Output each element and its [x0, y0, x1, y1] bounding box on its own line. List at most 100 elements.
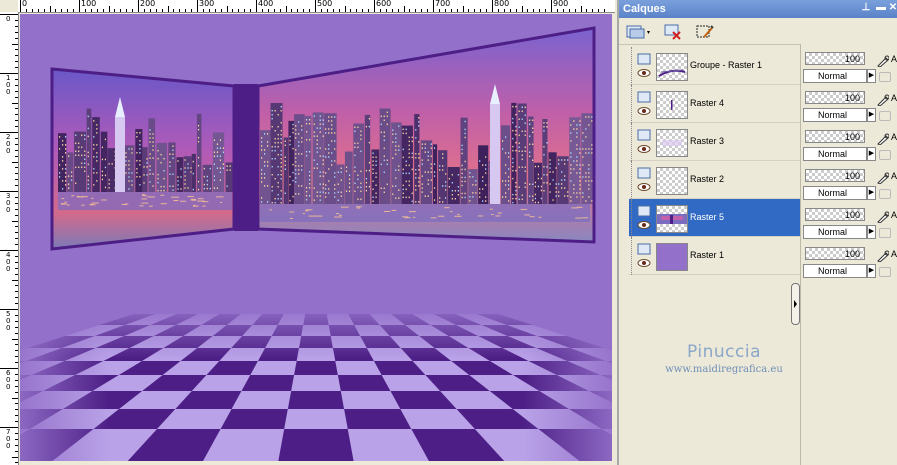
opacity-slider[interactable]: 100 [805, 130, 865, 143]
layer-row[interactable]: Raster 2 [629, 161, 801, 199]
ruler-top-label: 600 [376, 0, 392, 8]
artwork [20, 14, 612, 461]
blend-mode-select[interactable]: Normal [803, 225, 867, 239]
ruler-left-label: 500 [6, 310, 11, 332]
lock-transparency-icon[interactable] [879, 72, 891, 82]
blend-mode-label: Normal [818, 188, 848, 198]
layer-row[interactable]: Raster 4 [629, 85, 801, 123]
blend-dropdown-arrow[interactable]: ▶ [867, 186, 876, 200]
ruler-top-label: 400 [258, 0, 274, 8]
link-pen-icon[interactable] [877, 211, 889, 223]
opacity-value: 100 [844, 171, 860, 181]
splitter[interactable] [789, 47, 799, 465]
blend-dropdown-arrow[interactable]: ▶ [867, 147, 876, 161]
close-icon[interactable]: ✕ [887, 2, 897, 14]
blend-mode-label: Normal [818, 227, 848, 237]
layer-thumbnail [656, 243, 688, 271]
lock-label: A [891, 171, 897, 181]
ruler-top-label: 500 [317, 0, 333, 8]
ruler-top-label: 0 [22, 0, 28, 8]
ruler-left: 0 100 200 300 400 500 600 700 [0, 12, 19, 465]
layer-properties-column: 100 Normal ▶ A 100 Normal ▶ A 100 Normal… [800, 44, 897, 465]
image-canvas[interactable] [20, 14, 612, 461]
pin-icon[interactable]: ⊥ [860, 2, 872, 14]
delete-layer-button[interactable] [661, 21, 685, 43]
ruler-top-label: 700 [435, 0, 451, 8]
visibility-toggle[interactable] [637, 167, 653, 193]
blend-dropdown-arrow[interactable]: ▶ [867, 69, 876, 83]
ruler-left-label: 200 [6, 133, 11, 155]
lock-transparency-icon[interactable] [879, 150, 891, 160]
layer-properties: 100 Normal ▶ A [803, 51, 897, 89]
lock-transparency-icon[interactable] [879, 111, 891, 121]
blend-mode-label: Normal [818, 71, 848, 81]
opacity-slider[interactable]: 100 [805, 247, 865, 260]
link-pen-icon[interactable] [877, 172, 889, 184]
splitter-grip[interactable] [791, 283, 800, 325]
new-raster-layer-button[interactable] [623, 21, 655, 43]
layer-properties: 100 Normal ▶ A [803, 129, 897, 167]
ruler-top-label: 900 [553, 0, 569, 8]
new-raster-layer-icon [626, 25, 650, 39]
blend-mode-label: Normal [818, 266, 848, 276]
watermark-name: Pinuccia [687, 342, 761, 362]
corner-pillar [234, 84, 258, 231]
blend-dropdown-arrow[interactable]: ▶ [867, 264, 876, 278]
visibility-toggle[interactable] [637, 129, 653, 155]
layer-thumbnail [656, 53, 688, 81]
link-pen-icon[interactable] [877, 94, 889, 106]
ruler-top-label: 200 [140, 0, 156, 8]
blend-mode-select[interactable]: Normal [803, 108, 867, 122]
blend-dropdown-arrow[interactable]: ▶ [867, 108, 876, 122]
canvas-area[interactable]: 0 100 200 300 400 500 600 700 800 900 0 100 200 300 4… [0, 0, 615, 465]
opacity-slider[interactable]: 100 [805, 208, 865, 221]
left-panel [50, 67, 237, 251]
link-pen-icon[interactable] [877, 55, 889, 67]
lock-label: A [891, 132, 897, 142]
minimize-icon[interactable]: ▬ [875, 2, 887, 14]
layer-row[interactable]: Raster 5 [629, 199, 801, 237]
blend-mode-select[interactable]: Normal [803, 69, 867, 83]
mask-button[interactable] [693, 21, 717, 43]
blend-mode-select[interactable]: Normal [803, 147, 867, 161]
layer-thumbnail [656, 91, 688, 119]
lock-transparency-icon[interactable] [879, 267, 891, 277]
ruler-left-label: 600 [6, 369, 11, 391]
opacity-value: 100 [844, 249, 860, 259]
opacity-slider[interactable]: 100 [805, 169, 865, 182]
visibility-toggle[interactable] [637, 91, 653, 117]
blend-mode-select[interactable]: Normal [803, 264, 867, 278]
ruler-left-label: 400 [6, 251, 11, 273]
palette-toolbar [619, 18, 897, 45]
blend-mode-select[interactable]: Normal [803, 186, 867, 200]
ruler-top-label: 300 [199, 0, 215, 8]
ruler-left-label: 300 [6, 192, 11, 214]
lock-label: A [891, 210, 897, 220]
layer-thumbnail [656, 129, 688, 157]
opacity-slider[interactable]: 100 [805, 91, 865, 104]
lock-transparency-icon[interactable] [879, 189, 891, 199]
opacity-slider[interactable]: 100 [805, 52, 865, 65]
layer-name: Raster 3 [690, 136, 725, 146]
palette-title: Calques [623, 3, 666, 15]
layer-row[interactable]: Raster 3 [629, 123, 801, 161]
mask-icon [696, 25, 714, 38]
blend-dropdown-arrow[interactable]: ▶ [867, 225, 876, 239]
palette-titlebar[interactable]: Calques ⊥ ▬ ✕ [619, 0, 897, 18]
layer-name: Raster 4 [690, 98, 725, 108]
layer-row[interactable]: Raster 1 [629, 237, 801, 275]
link-pen-icon[interactable] [877, 133, 889, 145]
lock-label: A [891, 249, 897, 259]
layer-row[interactable]: Groupe - Raster 1 [629, 47, 801, 85]
layers-palette: Calques ⊥ ▬ ✕ Groupe - Raster 1 Raster 4… [617, 0, 897, 465]
visibility-toggle[interactable] [637, 205, 653, 231]
visibility-toggle[interactable] [637, 243, 653, 269]
link-pen-icon[interactable] [877, 250, 889, 262]
lock-label: A [891, 54, 897, 64]
visibility-toggle[interactable] [637, 53, 653, 79]
ruler-top: 0 100 200 300 400 500 600 700 800 900 [18, 0, 615, 13]
layer-name: Raster 1 [690, 250, 725, 260]
layers-list: Groupe - Raster 1 Raster 4 Raster 3 Rast… [629, 47, 801, 275]
lock-transparency-icon[interactable] [879, 228, 891, 238]
opacity-value: 100 [844, 210, 860, 220]
